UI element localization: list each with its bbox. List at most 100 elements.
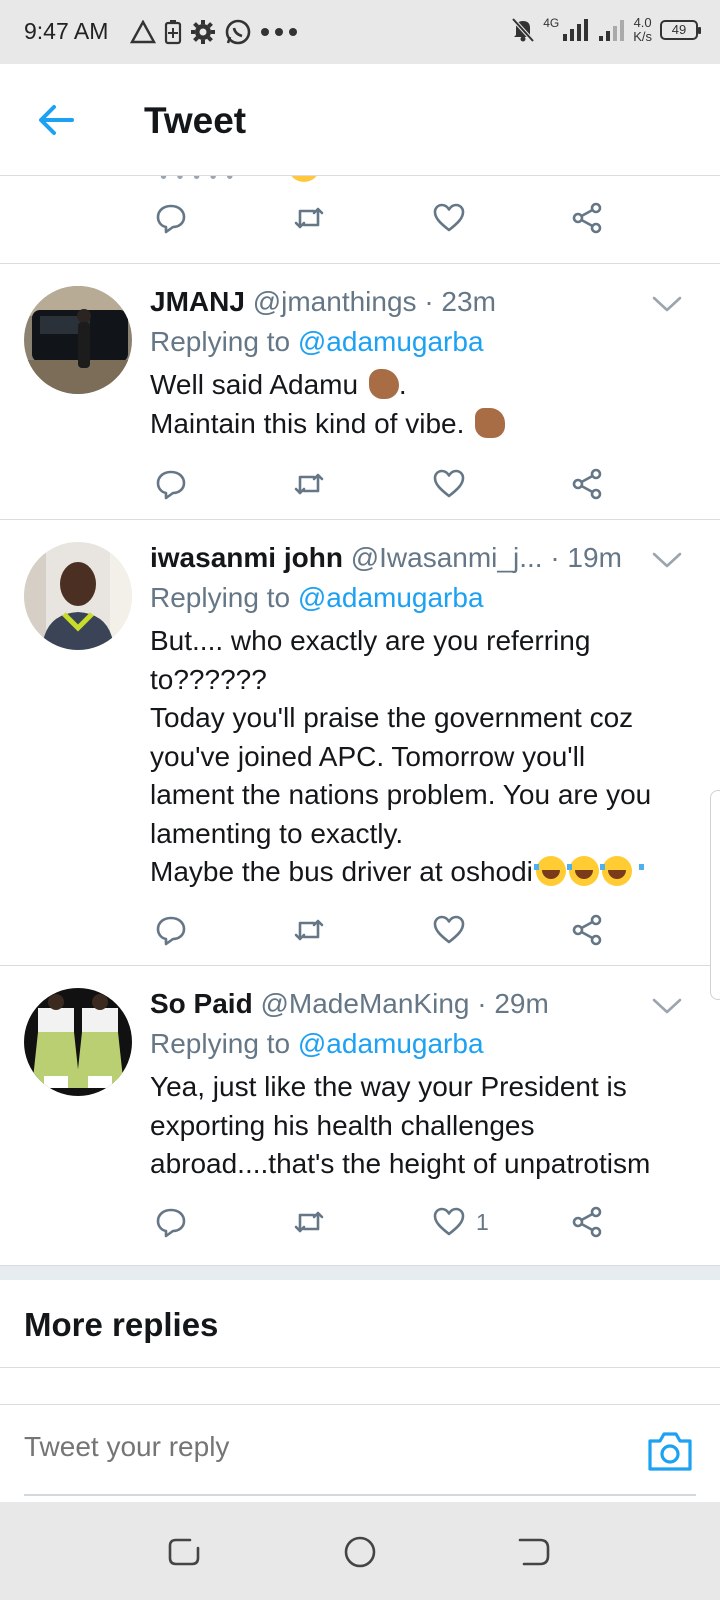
author-handle[interactable]: @MadeManKing [260, 988, 469, 1019]
avatar[interactable] [24, 542, 132, 650]
camera-icon [648, 1432, 692, 1471]
avatar[interactable] [24, 286, 132, 394]
reply-tweet[interactable]: iwasanmi john @Iwasanmi_j... · 19m Reply… [0, 520, 720, 966]
heart-icon [433, 1207, 465, 1236]
arrow-left-icon [39, 105, 74, 135]
share-button[interactable] [570, 906, 604, 954]
network-speed: 4.0 K/s [633, 15, 652, 44]
author-name[interactable]: iwasanmi john [150, 542, 343, 573]
scroll-handle[interactable] [710, 790, 720, 1000]
retweet-button[interactable] [292, 194, 326, 242]
author-handle[interactable]: @jmanthings [253, 286, 417, 317]
tweet-text: Well said Adamu . Maintain this kind of … [150, 366, 700, 443]
input-underline [24, 1494, 696, 1496]
heart-icon [433, 203, 465, 232]
settings-icon [191, 20, 215, 44]
share-button[interactable] [570, 1198, 604, 1246]
avatar[interactable] [24, 988, 132, 1096]
retweet-icon [294, 919, 324, 941]
reply-icon [156, 470, 186, 500]
chevron-down-icon[interactable] [650, 994, 684, 1018]
tweet-actions: 1 [150, 1198, 630, 1246]
like-button[interactable] [432, 194, 466, 242]
tweet-actions [150, 194, 630, 242]
tweet-text: Yea, just like the way your President is… [150, 1071, 651, 1179]
partial-text: • • • • • [160, 176, 236, 188]
reply-composer [0, 1404, 720, 1502]
recents-icon[interactable] [164, 1532, 204, 1572]
reply-tweet[interactable]: JMANJ @jmanthings · 23m Replying to @ada… [0, 264, 720, 520]
share-icon [572, 914, 602, 946]
mute-icon [511, 17, 535, 43]
retweet-icon [294, 207, 324, 229]
laughing-emoji [533, 856, 578, 886]
reply-button[interactable] [154, 194, 188, 242]
author-handle[interactable]: @Iwasanmi_j... [351, 542, 543, 573]
avatar-image [24, 988, 132, 1096]
status-bar: 9:47 AM 4G 4.0 K/s 49 [0, 0, 720, 64]
home-icon[interactable] [340, 1532, 380, 1572]
signal-icon [563, 19, 589, 41]
heart-icon [433, 469, 465, 498]
replying-to: Replying to @adamugarba [150, 1028, 484, 1059]
replying-to: Replying to @adamugarba [150, 326, 484, 357]
share-button[interactable] [570, 460, 604, 508]
like-button[interactable] [432, 460, 466, 508]
retweet-button[interactable] [292, 906, 326, 954]
mention-link[interactable]: @adamugarba [298, 582, 484, 613]
chevron-down-icon[interactable] [650, 292, 684, 316]
laughing-emoji [566, 856, 611, 886]
share-button[interactable] [570, 194, 604, 242]
mention-link[interactable]: @adamugarba [298, 326, 484, 357]
replying-to: Replying to @adamugarba [150, 582, 484, 613]
system-nav-bar [0, 1502, 720, 1600]
battery-saver-icon [164, 20, 182, 45]
warning-icon [130, 20, 156, 44]
whatsapp-icon [225, 19, 251, 45]
chevron-down-icon[interactable] [650, 548, 684, 572]
more-notifications-icon [261, 28, 297, 36]
reply-input[interactable] [24, 1431, 604, 1463]
share-icon [572, 1206, 602, 1238]
page-title: Tweet [144, 100, 247, 141]
clapping-hands-emoji [368, 369, 399, 399]
reply-button[interactable] [154, 906, 188, 954]
tweet-text: But.... who exactly are you referring to… [150, 625, 652, 887]
emoji-icon [288, 176, 320, 182]
tweet-actions [150, 906, 630, 954]
camera-button[interactable] [646, 1429, 694, 1473]
back-nav-icon[interactable] [514, 1532, 554, 1572]
avatar-image [24, 542, 132, 650]
thumbs-up-emoji [475, 407, 506, 438]
tweet-time: · 29m [477, 988, 549, 1019]
reply-button[interactable] [154, 1198, 188, 1246]
section-divider [0, 1266, 720, 1280]
battery-icon: 49 [660, 20, 701, 40]
status-time: 9:47 AM [24, 18, 109, 44]
tweet-time: · 23m [424, 286, 496, 317]
app-bar: Tweet [0, 64, 720, 176]
back-button[interactable] [30, 94, 82, 146]
reply-tweet[interactable]: So Paid @MadeManKing · 29m Replying to @… [0, 966, 720, 1266]
author-name[interactable]: So Paid [150, 988, 253, 1019]
more-replies-title: More replies [24, 1306, 219, 1343]
laughing-emoji [599, 856, 644, 886]
more-replies-section[interactable]: More replies [0, 1280, 720, 1368]
like-count: 1 [476, 1208, 489, 1235]
share-icon [572, 468, 602, 500]
network-type-label: 4G [543, 16, 560, 30]
retweet-button[interactable] [292, 1198, 326, 1246]
status-system-icons: 4G 4.0 K/s 49 [511, 15, 701, 44]
tweet-header: So Paid @MadeManKing · 29m [150, 988, 650, 1020]
author-name[interactable]: JMANJ [150, 286, 245, 317]
like-button[interactable]: 1 [432, 1198, 489, 1246]
tweet-header: JMANJ @jmanthings · 23m [150, 286, 650, 318]
retweet-button[interactable] [292, 460, 326, 508]
reply-icon [156, 1208, 186, 1238]
share-icon [572, 202, 602, 234]
reply-button[interactable] [154, 460, 188, 508]
mention-link[interactable]: @adamugarba [298, 1028, 484, 1059]
like-button[interactable] [432, 906, 466, 954]
reply-icon [156, 916, 186, 946]
replies-feed[interactable]: • • • • • JMANJ @jmanthings · 23m Replyi… [0, 176, 720, 1368]
